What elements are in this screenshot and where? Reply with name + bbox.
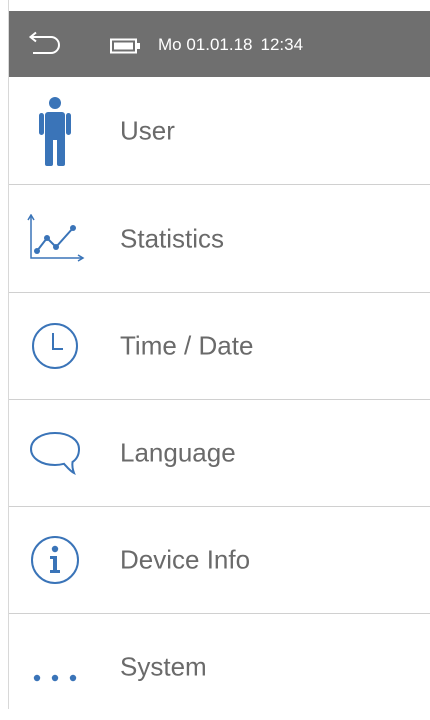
menu-item-language[interactable]: Language (9, 399, 430, 507)
status-datetime: Mo 01.01.18 12:34 (158, 33, 303, 57)
menu-item-label: Time / Date (120, 330, 254, 360)
menu-item-label: System (120, 651, 207, 681)
menu-item-label: User (120, 115, 175, 145)
status-date: Mo 01.01.18 (158, 35, 253, 54)
status-bar: Mo 01.01.18 12:34 (9, 11, 430, 77)
speech-bubble-icon (23, 421, 87, 485)
ellipsis-icon (23, 635, 87, 699)
line-chart-icon (23, 207, 87, 271)
clock-icon (23, 314, 87, 378)
menu-item-system[interactable]: System (9, 613, 430, 720)
battery-icon (110, 38, 142, 54)
menu-item-device-info[interactable]: Device Info (9, 506, 430, 614)
menu-item-statistics[interactable]: Statistics (9, 185, 430, 293)
menu-item-time-date[interactable]: Time / Date (9, 292, 430, 400)
status-time: 12:34 (260, 35, 304, 54)
menu-item-user[interactable]: User (9, 77, 430, 185)
device-screen: Mo 01.01.18 12:34 User Statistics Time /… (0, 0, 430, 709)
settings-menu: User Statistics Time / Date Language Dev… (9, 77, 430, 709)
menu-item-label: Language (120, 437, 236, 467)
info-icon (23, 528, 87, 592)
person-icon (23, 96, 87, 166)
back-arrow-icon[interactable] (27, 31, 63, 57)
menu-item-label: Device Info (120, 544, 251, 574)
menu-item-label: Statistics (120, 223, 225, 253)
